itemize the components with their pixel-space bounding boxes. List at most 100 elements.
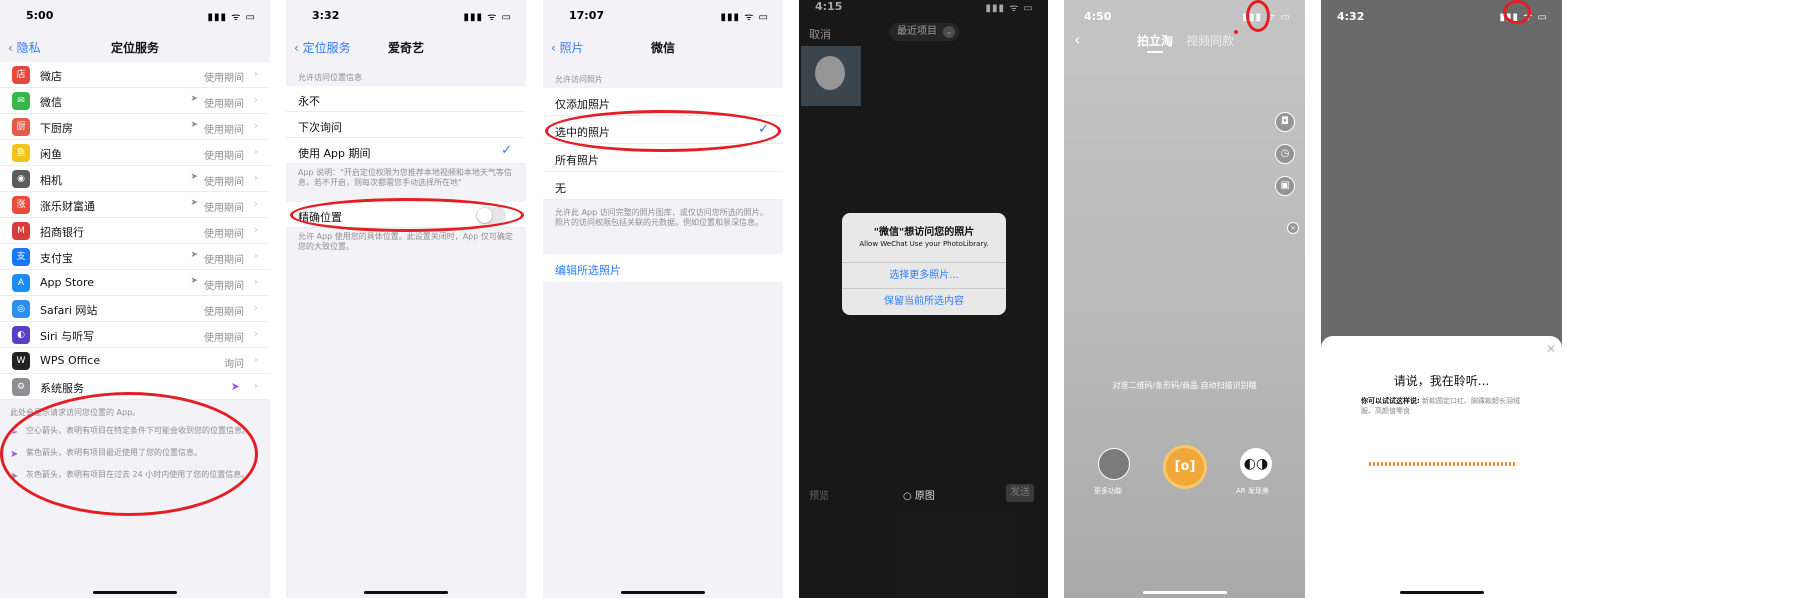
finance-icon: 涨 [12, 196, 30, 214]
status-time: 4:50 [1084, 10, 1112, 23]
phone-location-services: 5:00 ▮▮▮ ᯤ ▭ ‹ 隐私 定位服务 店微店 使用期间 › ✉ 微信 ➤ 使用期间 ›… [0, 0, 270, 598]
tab-video-style[interactable]: 视频同款 [1186, 32, 1234, 49]
phone-wechat-photo-picker: 4:15 ▮▮▮ ᯤ ▭ 取消 最近项目 ⌄ "微信"想访问您的照片 Allow… [799, 0, 1048, 598]
nav-bar: ‹ 定位服务 爱奇艺 [286, 34, 526, 64]
edit-selected-photos-link[interactable]: 编辑所选照片 [555, 262, 621, 278]
home-indicator [93, 591, 177, 594]
list-item[interactable]: 鱼闲鱼 使用期间 › [0, 140, 270, 166]
option-label: 所有照片 [555, 154, 599, 167]
bottom-bar: 预览 ○ 原图 发送 [799, 482, 1048, 504]
list-item[interactable]: M 招商银行 使用期间 › [0, 218, 270, 244]
store-icon: 店 [12, 66, 30, 84]
phone-taobao-scan: 4:50 ▮▮▮ ᯤ ▭ ‹ 拍立淘 视频同款 ◘ ◷ ▣ × 对准二维码/条形… [1064, 0, 1305, 598]
section-header: 允许访问位置信息 [298, 73, 362, 82]
location-options: 永不下次询问使用 App 期间 ✓ [286, 86, 526, 164]
voice-sheet: ✕ 请说，我在聆听... 你可以试试这样说: 新款圆定口红、脚踝款超长羽绒服、高… [1321, 336, 1562, 598]
app-name: Safari 网站 [40, 304, 98, 317]
chevron-right-icon: › [253, 145, 258, 158]
scan-hint: 对准二维码/条形码/商品 自动扫描识别哦 [1112, 381, 1257, 390]
list-item[interactable]: 店微店 使用期间 › [0, 62, 270, 88]
option-label: 使用 App 期间 [298, 147, 371, 160]
location-arrow-icon: ➤ [190, 172, 198, 182]
location-arrow-icon: ➤ [190, 120, 198, 130]
edit-selected-photos-row[interactable]: 编辑所选照片 [543, 254, 783, 282]
permission-value: 使用期间 [204, 307, 244, 318]
location-option[interactable]: 下次询问 [286, 112, 526, 138]
chevron-right-icon: › [253, 223, 258, 236]
appstore-icon: A [12, 274, 30, 292]
notification-dot [1234, 30, 1238, 34]
camera-icon: ◉ [12, 170, 30, 188]
more-features-button[interactable] [1098, 448, 1130, 480]
location-option[interactable]: 永不 [286, 86, 526, 112]
sunglasses-icon[interactable]: ◐◑ [1240, 448, 1272, 480]
purple-arrow-icon: ➤ [230, 380, 240, 393]
chevron-right-icon: › [253, 67, 258, 80]
list-item[interactable]: W WPS Office 询问 › [0, 348, 270, 374]
page-title: 微信 [650, 41, 675, 55]
close-icon[interactable]: × [1287, 222, 1299, 234]
option-label: 下次询问 [298, 121, 342, 134]
permission-value: 使用期间 [204, 151, 244, 162]
prompt-label: 你可以试试这样说: [1361, 397, 1420, 405]
phone-voice-search: 4:32 ▮▮▮ ᯤ ▭ ✕ 请说，我在聆听... 你可以试试这样说: 新款圆定… [1321, 0, 1562, 598]
app-name: 闲鱼 [40, 148, 62, 161]
dialog-title: "微信"想访问您的照片 [873, 227, 975, 238]
select-more-photos-button[interactable]: 选择更多照片... [842, 262, 1006, 288]
voice-title: 请说，我在聆听... [1393, 374, 1490, 388]
preview-button[interactable]: 预览 [809, 487, 829, 502]
list-item[interactable]: ◎ Safari 网站 使用期间 › [0, 296, 270, 322]
list-item[interactable]: ◐ Siri 与听写 使用期间 › [0, 322, 270, 348]
precise-note: 允许 App 使用您的具体位置。此设置关闭时，App 仅可确定您的大致位置。 [298, 232, 513, 251]
back-button[interactable]: ‹ [1074, 30, 1080, 49]
list-item[interactable]: A App Store ➤ 使用期间 › [0, 270, 270, 296]
chevron-right-icon: › [253, 379, 258, 392]
permission-value: 使用期间 [204, 203, 244, 214]
permission-value: 使用期间 [204, 99, 244, 110]
original-toggle[interactable]: ○ 原图 [903, 487, 935, 502]
list-item[interactable]: 支支付宝 ➤ 使用期间 › [0, 244, 270, 270]
list-item[interactable]: 涨涨乐财富通 ➤ 使用期间 › [0, 192, 270, 218]
list-item[interactable]: 厨下厨房 ➤ 使用期间 › [0, 114, 270, 140]
permission-value: 使用期间 [204, 177, 244, 188]
voice-prompt: 你可以试试这样说: 新款圆定口红、脚踝款超长羽绒服、高颜值零食 [1361, 396, 1531, 416]
status-time: 3:32 [312, 9, 340, 22]
app-name: 支付宝 [40, 252, 73, 265]
location-arrow-icon: ➤ [190, 276, 198, 286]
app-name: Siri 与听写 [40, 330, 95, 343]
siri-icon: ◐ [12, 326, 30, 344]
voice-waveform [1369, 462, 1515, 466]
list-item[interactable]: ✉ 微信 ➤ 使用期间 › [0, 88, 270, 114]
app-name: 相机 [40, 174, 62, 187]
option-label: 无 [555, 182, 566, 195]
home-indicator [1142, 591, 1227, 594]
send-button[interactable]: 发送 [1006, 484, 1034, 502]
permission-dialog: "微信"想访问您的照片 Allow WeChat Use your PhotoL… [842, 213, 1006, 315]
album-icon[interactable]: ▣ [1275, 176, 1295, 196]
chevron-right-icon: › [253, 119, 258, 132]
app-name: 涨乐财富通 [40, 200, 95, 213]
tab-pailitao[interactable]: 拍立淘 [1137, 32, 1173, 53]
permission-value: 使用期间 [204, 255, 244, 266]
chevron-right-icon: › [253, 197, 258, 210]
history-icon[interactable]: ◷ [1275, 144, 1295, 164]
highlight-ellipse [545, 110, 781, 152]
permission-value: 询问 [224, 359, 244, 370]
camera-icon[interactable]: ◘ [1275, 112, 1295, 132]
photo-option[interactable]: 无 [543, 172, 783, 200]
status-icons: ▮▮▮ ᯤ ▭ [207, 12, 256, 23]
location-option[interactable]: 使用 App 期间 ✓ [286, 138, 526, 164]
close-icon[interactable]: ✕ [1546, 342, 1556, 356]
home-indicator [1399, 591, 1484, 594]
status-icons: ▮▮▮ ᯤ ▭ [463, 12, 512, 23]
shutter-button[interactable]: [o] [1163, 445, 1207, 489]
option-label: 永不 [298, 95, 320, 108]
page-title: 爱奇艺 [387, 41, 424, 55]
chevron-right-icon: › [253, 275, 258, 288]
keep-selection-button[interactable]: 保留当前所选内容 [842, 288, 1006, 314]
photo-note: 允许此 App 访问完整的照片图库，或仅访问您所选的照片。照片的访问权限包括关联… [555, 208, 768, 227]
list-item[interactable]: ◉ 相机 ➤ 使用期间 › [0, 166, 270, 192]
chevron-right-icon: › [253, 249, 258, 262]
permission-value: 使用期间 [204, 281, 244, 292]
app-name: WPS Office [40, 354, 101, 367]
